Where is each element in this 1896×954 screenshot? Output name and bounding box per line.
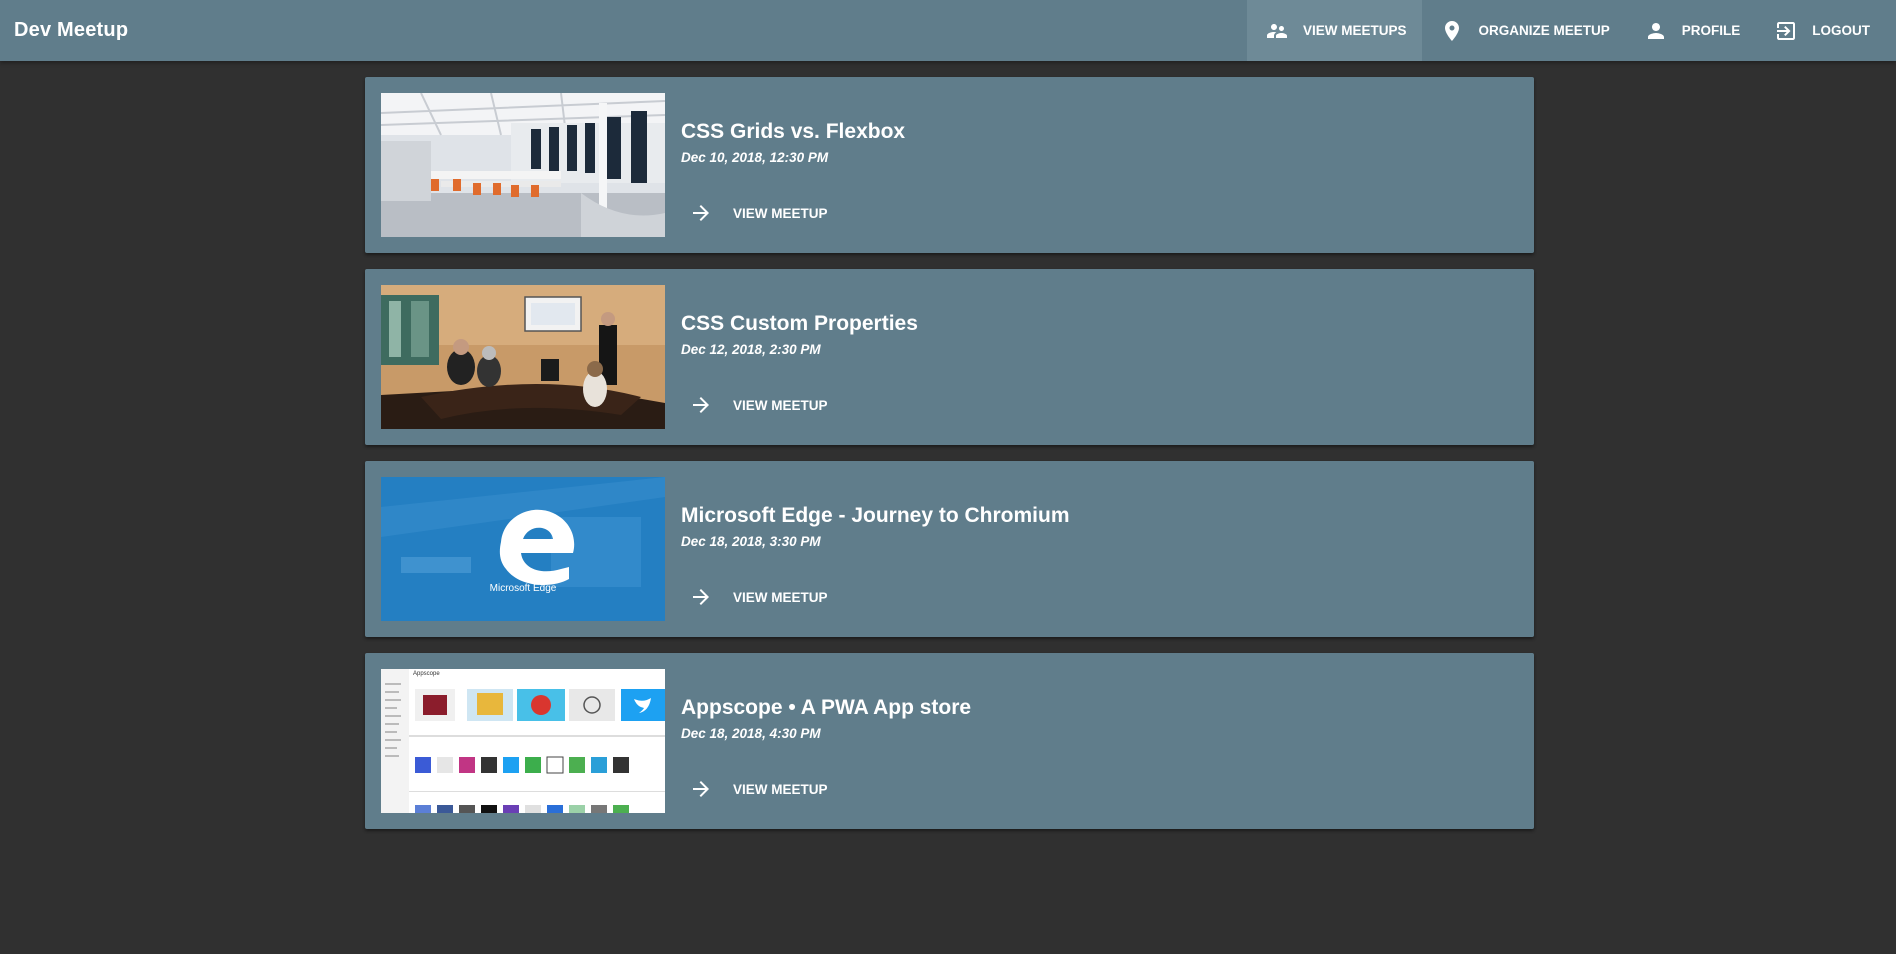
nav-logout-button[interactable]: Logout: [1756, 0, 1896, 61]
meetup-date: Dec 12, 2018, 2:30 PM: [681, 342, 821, 357]
view-meetup-button[interactable]: View Meetup: [681, 579, 836, 615]
nav-profile-label: Profile: [1681, 23, 1741, 38]
view-meetup-button[interactable]: View Meetup: [681, 771, 836, 807]
meetup-image: [381, 93, 665, 237]
arrow-forward-icon: [689, 585, 713, 609]
nav-view-meetups-label: View Meetups: [1302, 23, 1407, 38]
nav-profile-button[interactable]: Profile: [1626, 0, 1757, 61]
meetup-card: CSS Grids vs. Flexbox Dec 10, 2018, 12:3…: [365, 77, 1534, 253]
arrow-forward-icon: [689, 201, 713, 225]
view-meetup-label: View Meetup: [733, 205, 828, 221]
meetup-card: Microsoft Edge Microsoft Edge - Journey …: [365, 461, 1534, 637]
view-meetup-label: View Meetup: [733, 781, 828, 797]
location-pin-icon: [1440, 19, 1464, 43]
main-nav: View Meetups Organize Meetup Profile Log…: [1246, 0, 1896, 61]
meetup-image: Microsoft Edge: [381, 477, 665, 621]
exit-to-app-icon: [1774, 19, 1798, 43]
meetup-date: Dec 18, 2018, 3:30 PM: [681, 534, 821, 549]
app-title[interactable]: Dev Meetup: [14, 0, 128, 61]
supervisor-account-icon: [1265, 19, 1289, 43]
meetup-title: Appscope • A PWA App store: [681, 696, 972, 719]
meetup-image: [381, 285, 665, 429]
person-icon: [1644, 19, 1668, 43]
meetup-image: Appscope: [381, 669, 665, 813]
edge-logo-caption: Microsoft Edge: [489, 583, 557, 594]
nav-organize-meetup-label: Organize Meetup: [1478, 23, 1610, 38]
meetup-title: Microsoft Edge - Journey to Chromium: [681, 504, 1070, 527]
nav-view-meetups-button[interactable]: View Meetups: [1246, 0, 1423, 61]
meetup-list: CSS Grids vs. Flexbox Dec 10, 2018, 12:3…: [365, 77, 1534, 845]
view-meetup-label: View Meetup: [733, 397, 828, 413]
app-toolbar: Dev Meetup View Meetups Organize Meetup …: [0, 0, 1896, 61]
edge-logo-icon: [499, 509, 575, 585]
arrow-forward-icon: [689, 777, 713, 801]
meetup-date: Dec 10, 2018, 12:30 PM: [681, 150, 829, 165]
arrow-forward-icon: [689, 393, 713, 417]
meetup-title: CSS Grids vs. Flexbox: [681, 120, 906, 143]
appscope-header-label: Appscope: [413, 671, 440, 677]
view-meetup-button[interactable]: View Meetup: [681, 195, 836, 231]
view-meetup-button[interactable]: View Meetup: [681, 387, 836, 423]
meetup-card: Appscope Appscope • A PWA App store Dec …: [365, 653, 1534, 829]
view-meetup-label: View Meetup: [733, 589, 828, 605]
nav-organize-meetup-button[interactable]: Organize Meetup: [1422, 0, 1625, 61]
meetup-date: Dec 18, 2018, 4:30 PM: [681, 726, 821, 741]
nav-logout-label: Logout: [1812, 23, 1870, 38]
meetup-title: CSS Custom Properties: [681, 312, 918, 335]
meetup-card: CSS Custom Properties Dec 12, 2018, 2:30…: [365, 269, 1534, 445]
